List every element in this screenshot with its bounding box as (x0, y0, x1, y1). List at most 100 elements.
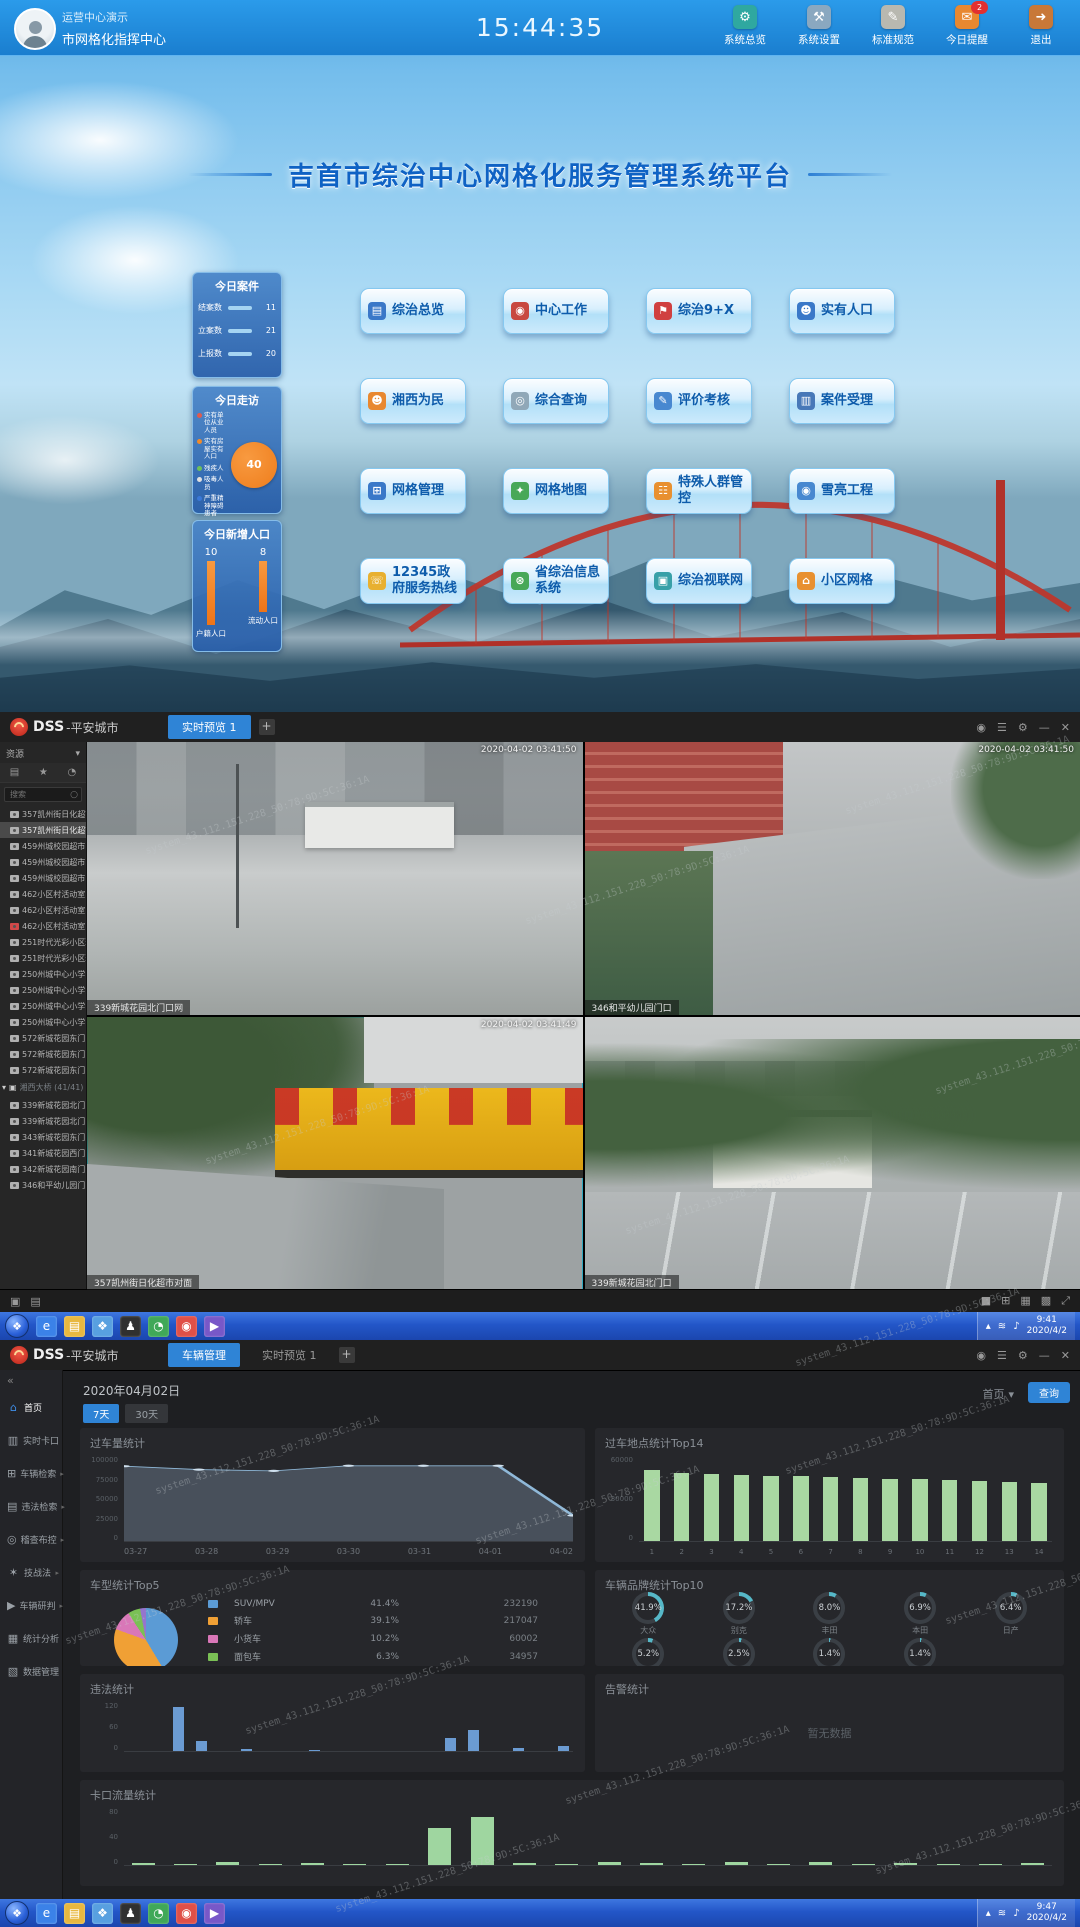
minimize-icon[interactable]: — (1039, 1349, 1050, 1362)
header-action-system-settings[interactable]: ⚒系统设置 (790, 5, 848, 47)
camera-item[interactable]: 339新城花园北门口1 (0, 1097, 86, 1113)
camera-item[interactable]: 459州城校园超市门口1 (0, 838, 86, 854)
device-tree-icon[interactable]: ▤ (10, 767, 19, 778)
camera-item[interactable]: 251时代光彩小区球机1 (0, 934, 86, 950)
layout-1-icon[interactable]: ■ (981, 1294, 991, 1308)
camera-item[interactable]: 341新城花园西门口 (0, 1145, 86, 1161)
camera-group[interactable]: ▾▣湘西大桥 (41/41) (0, 1078, 86, 1097)
volume-icon[interactable]: ♪ (1013, 1908, 1019, 1919)
header-action-logout[interactable]: ➜退出 (1012, 5, 1070, 47)
window-icon[interactable]: ❖ (92, 1903, 113, 1924)
video-feed[interactable]: 2020-04-02 03:41:50339新城花园北门口网 (87, 742, 583, 1015)
add-tab-button[interactable]: + (339, 1347, 355, 1363)
layout-9-icon[interactable]: ▦ (1020, 1294, 1030, 1308)
menu-icon[interactable]: ☰ (997, 721, 1007, 734)
camera-search-input[interactable] (8, 789, 70, 800)
camera-item[interactable]: 462小区村活动室门口1 (0, 886, 86, 902)
app-button[interactable]: ⚑综治9+X (646, 288, 752, 334)
range-button[interactable]: 30天 (125, 1404, 168, 1423)
fullscreen-icon[interactable]: ⤢ (1061, 1294, 1070, 1308)
snapshot-icon[interactable]: ▤ (30, 1295, 40, 1308)
sidebar-item[interactable]: ▦统计分析 (0, 1622, 62, 1655)
sidebar-item[interactable]: ⊞车辆检索▸ (0, 1457, 62, 1490)
video-feed[interactable]: 2020-04-02 03:41:50346和平幼儿园门口 (585, 742, 1080, 1015)
camera-item[interactable]: 342新城花园南门口 (0, 1161, 86, 1177)
media-icon[interactable]: ◉ (176, 1903, 197, 1924)
app-button[interactable]: ◉中心工作 (503, 288, 609, 334)
media-icon[interactable]: ◉ (176, 1316, 197, 1337)
network-icon[interactable]: ≋ (998, 1321, 1006, 1332)
explorer-icon[interactable]: ▤ (64, 1903, 85, 1924)
player-icon[interactable]: ▶ (204, 1316, 225, 1337)
network-icon[interactable]: ≋ (998, 1908, 1006, 1919)
sidebar-item[interactable]: ⌂首页 (0, 1391, 62, 1424)
camera-item[interactable]: 357凯州街日化超市对面1 (0, 806, 86, 822)
qq-icon[interactable]: ♟ (120, 1316, 141, 1337)
sidebar-item[interactable]: ▤违法检索▸ (0, 1490, 62, 1523)
query-button[interactable]: 查询 (1028, 1382, 1070, 1403)
explorer-icon[interactable]: ▤ (64, 1316, 85, 1337)
close-icon[interactable]: ✕ (1061, 721, 1070, 734)
camera-item[interactable]: 462小区村活动室门口2 (0, 902, 86, 918)
app-button[interactable]: ▥案件受理 (789, 378, 895, 424)
camera-item[interactable]: 250州城中心小学门口1 (0, 966, 86, 982)
app-button[interactable]: ◉雪亮工程 (789, 468, 895, 514)
app-button[interactable]: ☷特殊人群管控 (646, 468, 752, 514)
app-button[interactable]: ☻湘西为民 (360, 378, 466, 424)
sidebar-item[interactable]: ✶技战法▸ (0, 1556, 62, 1589)
history-icon[interactable]: ◔ (67, 767, 76, 778)
volume-icon[interactable]: ♪ (1013, 1321, 1019, 1332)
camera-item[interactable]: 339新城花园北门口2 (0, 1113, 86, 1129)
sidebar-item[interactable]: ▶车辆研判▸ (0, 1589, 62, 1622)
header-action-today-reminder[interactable]: ✉2今日提醒 (938, 5, 996, 47)
sidebar-item[interactable]: ◎稽查布控▸ (0, 1523, 62, 1556)
video-feed[interactable]: 339新城花园北门口 (585, 1017, 1080, 1290)
tab-vehicle-management[interactable]: 车辆管理 (168, 1343, 240, 1367)
app-button[interactable]: ▣综治视联网 (646, 558, 752, 604)
camera-item[interactable]: 459州城校园超市门口2 (0, 854, 86, 870)
settings-icon[interactable]: ⚙ (1018, 721, 1028, 734)
video-feed[interactable]: 2020-04-02 03:41:49357凯州街日化超市对面 (87, 1017, 583, 1290)
range-button[interactable]: 7天 (83, 1404, 119, 1423)
player-icon[interactable]: ▶ (204, 1903, 225, 1924)
camera-item[interactable]: 572新城花园东门口2 (0, 1046, 86, 1062)
app-button[interactable]: ⌂小区网格 (789, 558, 895, 604)
camera-item[interactable]: 251时代光彩小区球机2 (0, 950, 86, 966)
app-button[interactable]: ⊞网格管理 (360, 468, 466, 514)
header-action-system-overview[interactable]: ⚙系统总览 (716, 5, 774, 47)
camera-item[interactable]: 250州城中心小学门口3 (0, 998, 86, 1014)
app-button[interactable]: ▤综治总览 (360, 288, 466, 334)
user-icon[interactable]: ◉ (976, 1349, 986, 1362)
camera-item[interactable]: 250州城中心小学门口4 (0, 1014, 86, 1030)
header-action-standards[interactable]: ✎标准规范 (864, 5, 922, 47)
user-icon[interactable]: ◉ (976, 721, 986, 734)
camera-item[interactable]: 572新城花园东门口3 (0, 1062, 86, 1078)
start-button[interactable]: ❖ (5, 1901, 29, 1925)
camera-item[interactable]: 572新城花园东门口1 (0, 1030, 86, 1046)
camera-item[interactable]: 250州城中心小学门口2 (0, 982, 86, 998)
app-button[interactable]: ◎综合查询 (503, 378, 609, 424)
app-button[interactable]: ✦网格地图 (503, 468, 609, 514)
breadcrumb[interactable]: 首页 ▾ (982, 1386, 1014, 1402)
settings-icon[interactable]: ⚙ (1018, 1349, 1028, 1362)
add-tab-button[interactable]: + (259, 719, 275, 735)
tray-expand-icon[interactable]: ▴ (986, 1321, 991, 1332)
layout-16-icon[interactable]: ▩ (1041, 1294, 1051, 1308)
start-button[interactable]: ❖ (5, 1314, 29, 1338)
menu-icon[interactable]: ☰ (997, 1349, 1007, 1362)
save-view-icon[interactable]: ▣ (10, 1295, 20, 1308)
ie-icon[interactable]: e (36, 1903, 57, 1924)
camera-item[interactable]: 462小区村活动室门口3 (0, 918, 86, 934)
app-button[interactable]: ⊛省综治信息系统 (503, 558, 609, 604)
minimize-icon[interactable]: — (1039, 721, 1050, 734)
layout-4-icon[interactable]: ⊞ (1001, 1294, 1010, 1308)
app-button[interactable]: ☻实有人口 (789, 288, 895, 334)
browser-icon[interactable]: ◔ (148, 1316, 169, 1337)
resource-select[interactable]: 资源 ▾ (0, 742, 86, 763)
favorite-icon[interactable]: ★ (39, 767, 48, 778)
app-button[interactable]: ✎评价考核 (646, 378, 752, 424)
camera-item[interactable]: 357凯州街日化超市对面2 (0, 822, 86, 838)
qq-icon[interactable]: ♟ (120, 1903, 141, 1924)
app-button[interactable]: ☏12345政府服务热线 (360, 558, 466, 604)
close-icon[interactable]: ✕ (1061, 1349, 1070, 1362)
